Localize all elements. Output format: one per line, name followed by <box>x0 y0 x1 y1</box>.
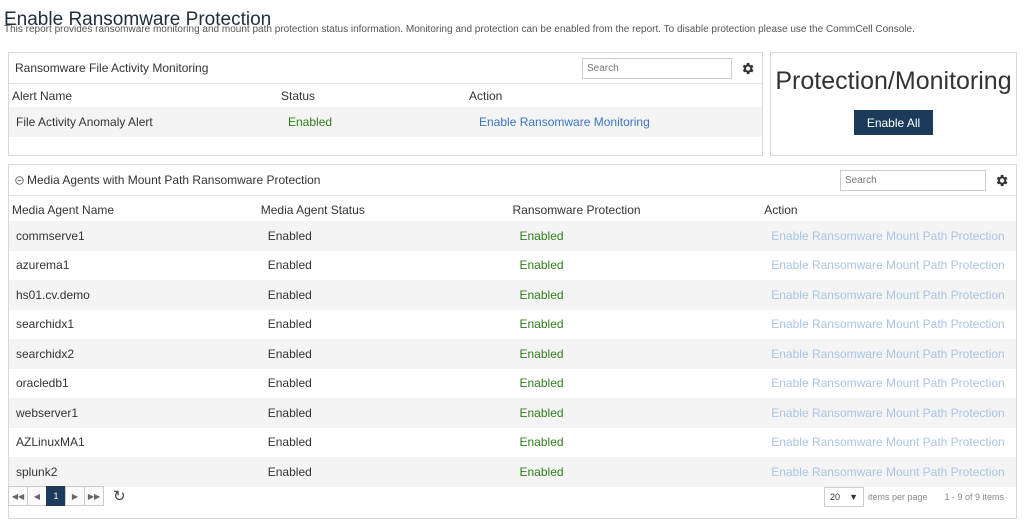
dropdown-caret-icon: ▼ <box>849 492 858 502</box>
enable-mount-path-protection-link: Enable Ransomware Mount Path Protection <box>771 258 1005 273</box>
column-header-media-agent-name[interactable]: Media Agent Name <box>9 203 261 217</box>
ransomware-protection-cell: Enabled <box>519 376 564 391</box>
panel-header: Ransomware File Activity Monitoring <box>9 53 762 84</box>
protection-monitoring-panel: Protection/Monitoring Enable All <box>770 52 1017 156</box>
table-row: searchidx1 Enabled Enabled Enable Ransomwar… <box>9 310 1016 340</box>
table-row: commserve1 Enabled Enabled Enable Ransomwar… <box>9 221 1016 251</box>
protection-monitoring-title: Protection/Monitoring <box>775 67 1012 95</box>
column-header-action[interactable]: Action <box>469 89 759 103</box>
table-row: azurema1 Enabled Enabled Enable Ransomware … <box>9 251 1016 281</box>
page-number-button[interactable]: 1 <box>46 486 66 506</box>
media-agent-name-cell: searchidx1 <box>16 317 75 332</box>
column-header-ransomware-protection[interactable]: Ransomware Protection <box>513 203 765 217</box>
per-page-select[interactable]: 20 ▼ <box>824 487 864 507</box>
media-agents-table-header: Media Agent Name Media Agent Status Rans… <box>9 198 1016 221</box>
enable-mount-path-protection-link: Enable Ransomware Mount Path Protection <box>771 405 1005 420</box>
media-agent-status-cell: Enabled <box>267 435 312 450</box>
gear-icon[interactable] <box>738 59 756 77</box>
alerts-search-input[interactable] <box>582 57 732 79</box>
items-per-page: 20 ▼ items per page <box>824 487 928 507</box>
media-agent-status-cell: Enabled <box>267 346 312 361</box>
ransomware-protection-cell: Enabled <box>519 405 564 420</box>
media-agent-name-cell: splunk2 <box>16 464 58 479</box>
panel-title: Ransomware File Activity Monitoring <box>15 61 209 75</box>
media-agent-status-cell: Enabled <box>267 228 312 243</box>
media-agent-status-cell: Enabled <box>267 464 312 479</box>
ransomware-protection-cell: Enabled <box>519 435 564 450</box>
column-header-alert-name[interactable]: Alert Name <box>9 89 281 103</box>
table-row: hs01.cv.demo Enabled Enabled Enable Ransomw… <box>9 280 1016 310</box>
ransomware-protection-cell: Enabled <box>519 258 564 273</box>
media-agent-name-cell: AZLinuxMA1 <box>16 435 85 450</box>
media-agents-table-body: commserve1 Enabled Enabled Enable Ransomwar… <box>9 221 1016 487</box>
ransomware-protection-cell: Enabled <box>519 228 564 243</box>
enable-mount-path-protection-link: Enable Ransomware Mount Path Protection <box>771 435 1005 450</box>
enable-mount-path-protection-link: Enable Ransomware Mount Path Protection <box>771 317 1005 332</box>
prev-page-icon[interactable]: ◀ <box>27 486 47 506</box>
ransomware-protection-cell: Enabled <box>519 287 564 302</box>
ransomware-protection-cell: Enabled <box>519 346 564 361</box>
table-row: webserver1 Enabled Enabled Enable Ransomwar… <box>9 398 1016 428</box>
collapse-icon[interactable] <box>15 175 27 185</box>
column-header-status[interactable]: Status <box>281 89 469 103</box>
media-agent-status-cell: Enabled <box>267 258 312 273</box>
ransomware-monitoring-panel: Ransomware File Activity Monitoring Aler… <box>8 52 763 156</box>
table-row: AZLinuxMA1 Enabled Enabled Enable Ransomwar… <box>9 428 1016 458</box>
gear-icon[interactable] <box>992 171 1010 189</box>
panel-header: Media Agents with Mount Path Ransomware … <box>9 165 1016 196</box>
media-agent-name-cell: hs01.cv.demo <box>16 287 90 302</box>
page-description: This report provides ransomware monitori… <box>4 24 915 35</box>
media-agents-panel: Media Agents with Mount Path Ransomware … <box>8 164 1017 519</box>
table-row: File Activity Anomaly Alert Enabled Enab… <box>9 107 762 137</box>
ransomware-protection-cell: Enabled <box>519 464 564 479</box>
first-page-icon[interactable]: ◀◀ <box>8 486 28 506</box>
table-row: oracledb1 Enabled Enabled Enable Ransomware… <box>9 369 1016 399</box>
enable-mount-path-protection-link: Enable Ransomware Mount Path Protection <box>771 464 1005 479</box>
media-agents-search-input[interactable] <box>840 169 986 191</box>
media-agent-status-cell: Enabled <box>267 405 312 420</box>
enable-mount-path-protection-link: Enable Ransomware Mount Path Protection <box>771 228 1005 243</box>
table-row: splunk2 Enabled Enabled Enable Ransomware M… <box>9 457 1016 487</box>
refresh-icon[interactable]: ↻ <box>113 487 126 505</box>
media-agent-name-cell: searchidx2 <box>16 346 75 361</box>
media-agent-name-cell: commserve1 <box>16 228 85 243</box>
table-row: searchidx2 Enabled Enabled Enable Ransomwar… <box>9 339 1016 369</box>
media-agent-name-cell: oracledb1 <box>16 376 69 391</box>
media-agent-status-cell: Enabled <box>267 287 312 302</box>
column-header-action[interactable]: Action <box>764 203 1016 217</box>
per-page-value: 20 <box>830 492 841 502</box>
per-page-label: items per page <box>868 492 928 502</box>
pagination: ◀◀ ◀ 1 ▶ ▶▶ ↻ <box>8 486 126 506</box>
alerts-table-header: Alert Name Status Action <box>9 84 762 107</box>
media-agent-name-cell: azurema1 <box>16 258 70 273</box>
next-page-icon[interactable]: ▶ <box>65 486 85 506</box>
last-page-icon[interactable]: ▶▶ <box>84 486 104 506</box>
media-agent-status-cell: Enabled <box>267 317 312 332</box>
column-header-media-agent-status[interactable]: Media Agent Status <box>261 203 513 217</box>
pagination-range: 1 - 9 of 9 items <box>944 492 1004 502</box>
enable-mount-path-protection-link: Enable Ransomware Mount Path Protection <box>771 376 1005 391</box>
alert-name-cell: File Activity Anomaly Alert <box>16 114 153 129</box>
enable-mount-path-protection-link: Enable Ransomware Mount Path Protection <box>771 287 1005 302</box>
alert-status-cell: Enabled <box>288 114 333 129</box>
enable-all-button[interactable]: Enable All <box>854 110 933 135</box>
media-agent-status-cell: Enabled <box>267 376 312 391</box>
enable-mount-path-protection-link: Enable Ransomware Mount Path Protection <box>771 346 1005 361</box>
media-agent-name-cell: webserver1 <box>16 405 79 420</box>
panel-title: Media Agents with Mount Path Ransomware … <box>27 173 321 187</box>
enable-ransomware-monitoring-link[interactable]: Enable Ransomware Monitoring <box>469 115 759 129</box>
ransomware-protection-cell: Enabled <box>519 317 564 332</box>
